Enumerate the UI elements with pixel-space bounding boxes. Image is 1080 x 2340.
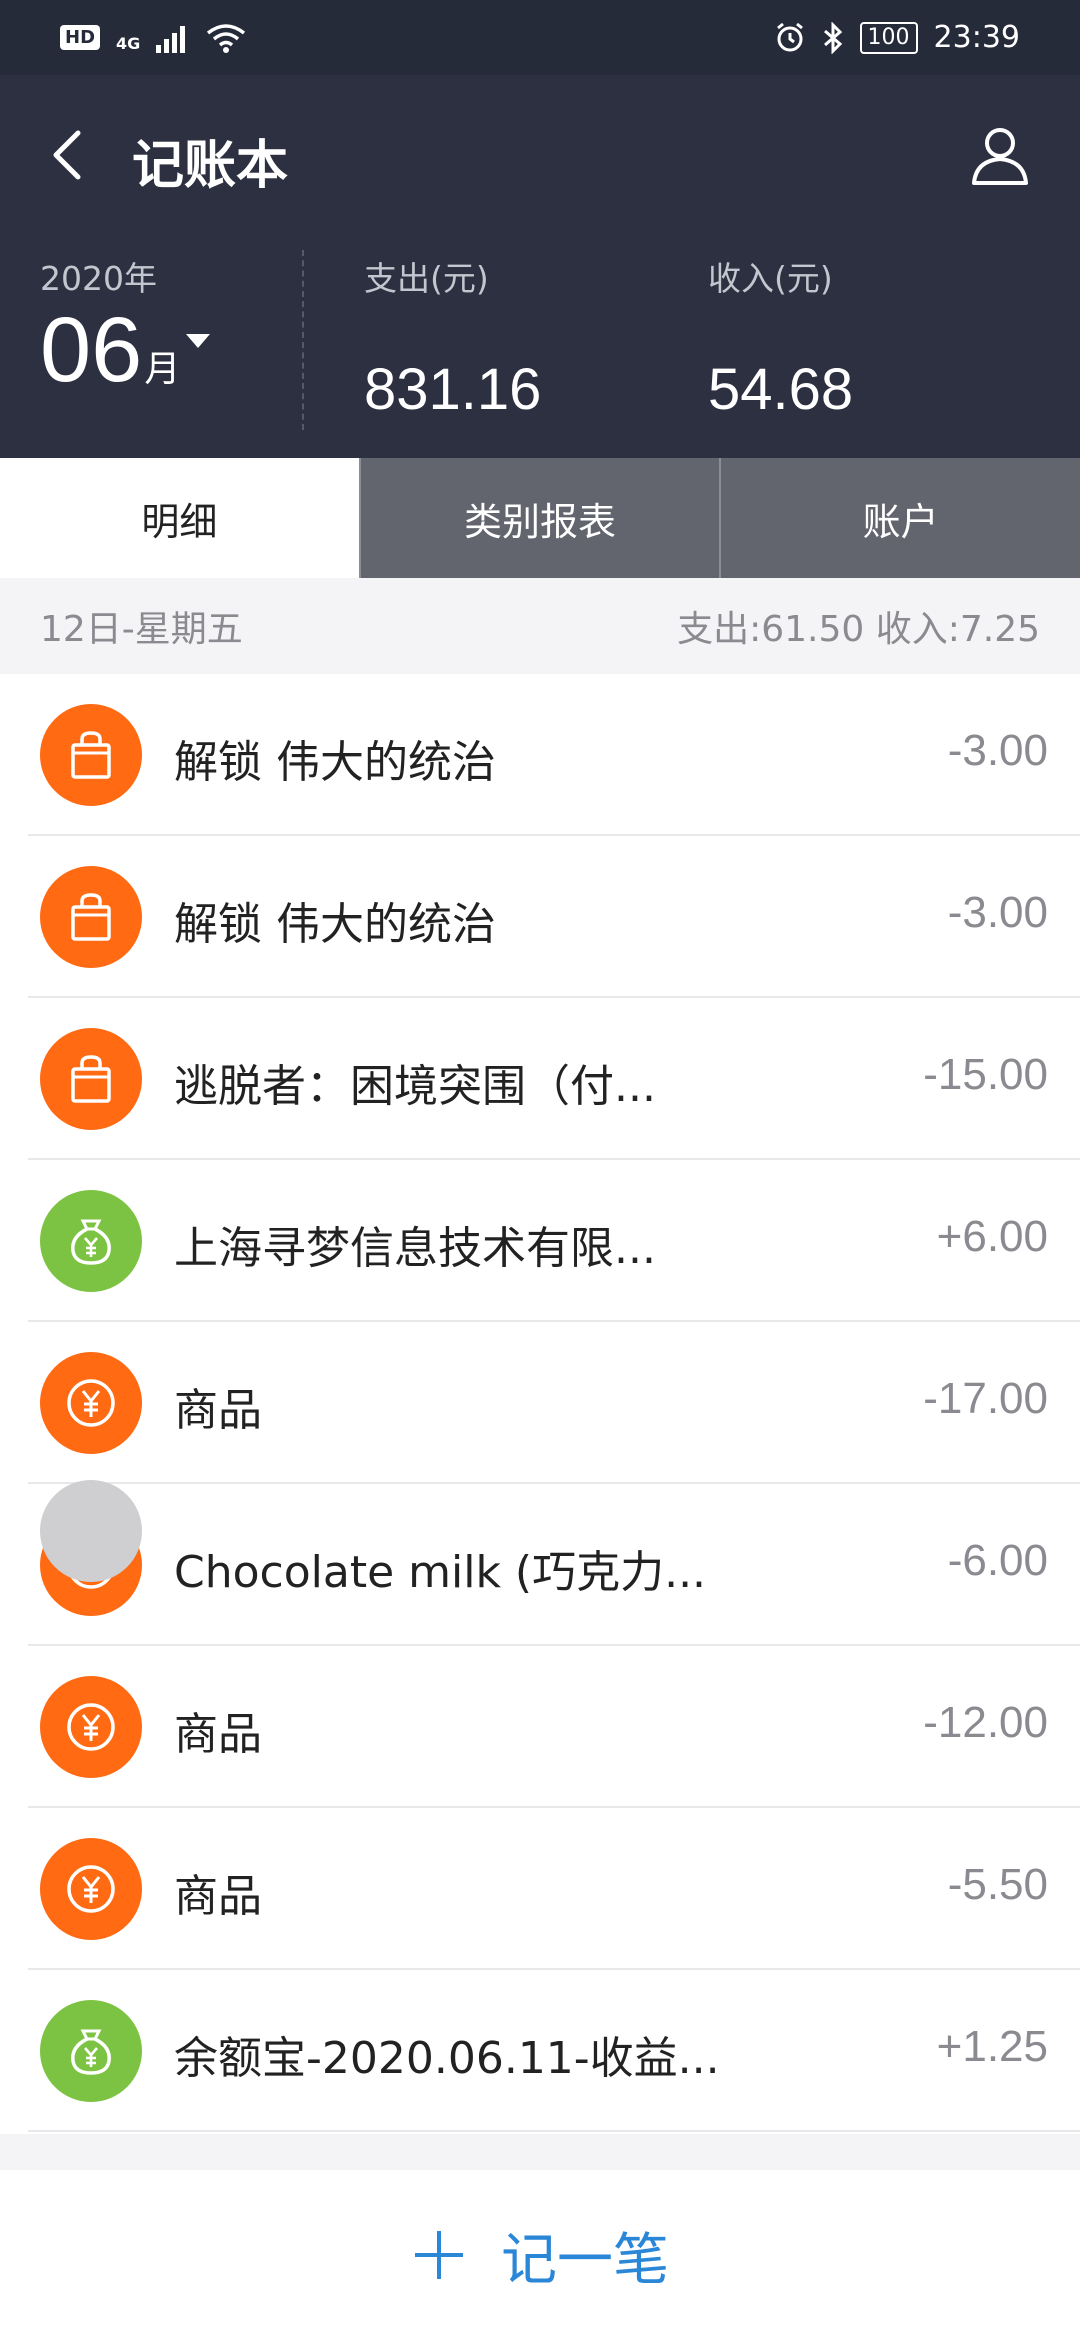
yuan-coin-icon (40, 1676, 142, 1778)
income-value: 54.68 (708, 357, 854, 422)
transaction-title: 余额宝-2020.06.11-收益... (174, 2033, 720, 2084)
transaction-row[interactable]: 解锁 伟大的统治 -3.00 (0, 674, 1080, 836)
transaction-row[interactable]: 上海寻梦信息技术有限... +6.00 (0, 1160, 1080, 1322)
title-row: 记账本 (0, 105, 1080, 205)
transaction-amount: +1.25 (936, 2022, 1048, 2071)
transaction-row[interactable]: Chocolate milk (巧克力... -6.00 (0, 1484, 1080, 1646)
month-summary: 2020年 06 月 支出(元) 831.16 收入(元) 54.68 (0, 230, 1080, 430)
transaction-amount: -3.00 (947, 888, 1048, 937)
hd-badge: HD (60, 25, 101, 50)
transaction-title: 商品 (174, 1871, 262, 1922)
summary-divider (302, 250, 304, 430)
month-picker[interactable]: 06 月 (40, 299, 211, 401)
day-summary: 支出:61.50 收入:7.25 (677, 609, 1040, 650)
transaction-row[interactable]: 商品 -5.50 (0, 1808, 1080, 1970)
user-profile-icon[interactable] (964, 119, 1036, 191)
transaction-title: 商品 (174, 1709, 262, 1760)
back-arrow-icon[interactable] (40, 125, 100, 185)
transaction-amount: -15.00 (923, 1050, 1048, 1099)
transaction-row[interactable]: 商品 -12.00 (0, 1646, 1080, 1808)
income-summary: 收入(元) 54.68 (708, 252, 853, 423)
expense-label: 支出(元) (364, 259, 489, 298)
shopping-bag-icon (40, 704, 142, 806)
add-record-button[interactable]: 记一笔 (411, 2215, 669, 2296)
transaction-row[interactable]: 逃脱者：困境突围（付... -15.00 (0, 998, 1080, 1160)
alarm-icon (776, 22, 803, 51)
transaction-amount: -3.00 (947, 726, 1048, 775)
transaction-amount: -17.00 (923, 1374, 1048, 1423)
status-left: HD 4G (60, 22, 246, 53)
day-date: 12日-星期五 (40, 609, 243, 650)
transaction-title: Chocolate milk (巧克力... (174, 1547, 707, 1598)
transaction-amount: -12.00 (923, 1698, 1048, 1747)
transaction-title: 商品 (174, 1385, 262, 1436)
bottom-bar: 记一笔 (0, 2170, 1080, 2340)
transaction-row[interactable]: 余额宝-2020.06.11-收益... +1.25 (0, 1970, 1080, 2132)
signal-icon (156, 25, 186, 53)
plus-icon (415, 2231, 463, 2279)
shopping-bag-icon (40, 866, 142, 968)
transaction-title: 解锁 伟大的统治 (174, 737, 496, 788)
bluetooth-icon (823, 21, 842, 54)
money-bag-icon (40, 1190, 142, 1292)
tab-category-report[interactable]: 类别报表 (358, 458, 720, 578)
transaction-title: 解锁 伟大的统治 (174, 899, 496, 950)
yuan-coin-icon (40, 1838, 142, 1940)
tab-accounts[interactable]: 账户 (719, 458, 1080, 578)
transaction-title: 逃脱者：困境突围（付... (174, 1061, 656, 1112)
yuan-coin-icon (40, 1352, 142, 1454)
category-icon (40, 1480, 142, 1582)
app-header: 记账本 2020年 06 月 支出(元) 831.16 收入(元) 54.68 (0, 75, 1080, 458)
transaction-row[interactable]: 商品 -17.00 (0, 1322, 1080, 1484)
transaction-amount: +6.00 (936, 1212, 1048, 1261)
transaction-amount: -5.50 (947, 1860, 1048, 1909)
status-bar: HD 4G 100 23:39 (0, 0, 1080, 75)
transaction-amount: -6.00 (947, 1536, 1048, 1585)
month-unit: 月 (144, 349, 181, 390)
expense-value: 831.16 (364, 357, 542, 422)
income-label: 收入(元) (708, 259, 833, 298)
transaction-list: 解锁 伟大的统治 -3.00 解锁 伟大的统治 -3.00 逃脱者：困境突围（付... -… (0, 674, 1080, 2134)
caret-down-icon (186, 334, 211, 348)
shopping-bag-icon (40, 1028, 142, 1130)
page-title: 记账本 (132, 136, 289, 196)
transaction-row[interactable]: 解锁 伟大的统治 -3.00 (0, 836, 1080, 998)
money-bag-icon (40, 2000, 142, 2102)
day-header: 12日-星期五 支出:61.50 收入:7.25 (0, 578, 1080, 674)
year-label: 2020年 (40, 259, 157, 298)
status-right: 100 23:39 (774, 20, 1020, 55)
network-label: 4G (116, 34, 141, 53)
add-record-label: 记一笔 (501, 2227, 669, 2293)
tab-details[interactable]: 明细 (0, 458, 359, 578)
tab-bar: 明细 类别报表 账户 (0, 458, 1080, 578)
wifi-icon (207, 23, 246, 53)
expense-summary: 支出(元) 831.16 (364, 252, 541, 423)
clock: 23:39 (933, 20, 1020, 55)
transaction-title: 上海寻梦信息技术有限... (174, 1223, 656, 1274)
month-value: 06 (40, 299, 143, 401)
battery-icon: 100 (859, 21, 918, 54)
